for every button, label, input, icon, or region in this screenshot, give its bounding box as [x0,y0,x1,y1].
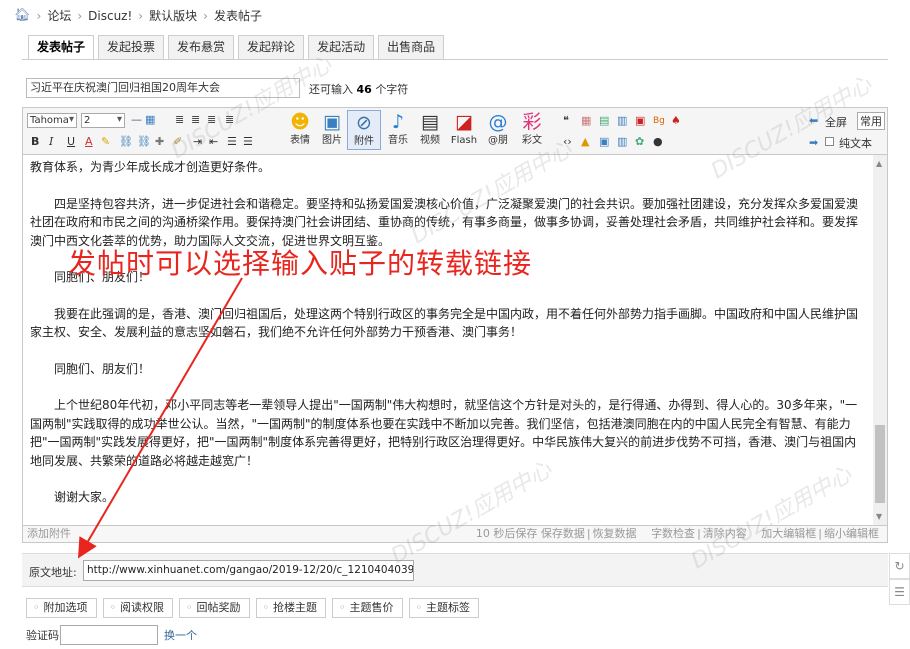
font-select[interactable]: Tahoma [27,113,77,128]
breadcrumb-item-current: 发表帖子 [213,9,262,23]
plain-text-icon: ➡ [809,136,819,149]
table-icon[interactable]: ▦ [145,113,155,127]
underline-icon[interactable]: U [67,135,75,149]
shrink-editor-link[interactable]: 缩小编辑框 [824,527,879,540]
plain-text-label: 纯文本 [839,137,872,150]
option-extra[interactable]: 附加选项 [26,598,97,618]
tab-divider [22,59,888,60]
plain-text-checkbox[interactable] [825,137,834,146]
restore-data-link[interactable]: 恢复数据 [593,527,637,540]
post-type-tabs: 发表帖子 发起投票 发布悬赏 发起辩论 发起活动 出售商品 [28,35,445,60]
flash-icon: ◪ [455,111,473,133]
subject-char-count: 46 [356,83,372,96]
forecolor-icon[interactable]: — [131,113,142,127]
bold-icon[interactable]: B [31,135,39,149]
common-button[interactable]: 常用 [857,112,885,130]
breadcrumb-item-default-board[interactable]: 默认版块 [149,7,197,24]
quote-icon[interactable]: ✚ [155,135,164,149]
password-icon[interactable]: ▲ [581,135,589,149]
captcha-input[interactable] [60,625,158,645]
scroll-up-icon[interactable]: ▲ [876,159,882,168]
editor-paragraph: 我要在此强调的是，香港、澳门回归祖国后，处理这两个特别行政区的事务完全是中国内政… [30,306,859,340]
disc-icon[interactable]: ● [653,135,663,149]
image-icon: ▣ [323,111,341,133]
index-icon[interactable]: ▣ [635,114,645,128]
blockquote-icon[interactable]: ❝ [563,114,569,128]
autosave-status[interactable]: 10 秒后保存 保存数据 [476,527,585,540]
font-color-icon[interactable]: A [85,135,93,149]
option-read-permission[interactable]: 阅读权限 [102,598,173,618]
unlink-icon[interactable]: ⛓ [137,135,151,149]
hide-content-icon[interactable]: ▤ [599,114,609,128]
source-url-input[interactable]: http://www.xinhuanet.com/gangao/2019-12/… [83,560,414,581]
editor-paragraph: 同胞们、朋友们！ [54,361,151,376]
baidu-icon[interactable]: Bg [653,114,665,128]
thumbnail-icon[interactable]: ✿ [635,135,644,149]
word-check-link[interactable]: 字数检查 [651,527,695,540]
option-thread-price[interactable]: 主题售价 [332,598,403,618]
add-attachment-link[interactable]: 添加附件 [27,526,71,542]
video-button[interactable]: ▤ 视频 [413,110,447,148]
hr-icon[interactable]: ▥ [617,135,627,149]
breadcrumb: 🏠︎ › 论坛 › Discuz! › 默认版块 › 发表帖子 [14,7,262,24]
post-options: 附加选项 阅读权限 回帖奖励 抢楼主题 主题售价 主题标签 [26,598,479,618]
scroll-thumb[interactable] [875,425,885,503]
qq-icon[interactable]: ♠ [671,114,681,128]
subject-char-hint: 还可输入 46 个字符 [309,83,409,96]
side-tab-refresh-icon[interactable]: ↻ [889,553,910,579]
tab-post-thread[interactable]: 发表帖子 [28,35,95,60]
captcha-row: 验证码 换一个 [26,625,197,645]
download-icon[interactable]: ▣ [599,135,609,149]
at-icon: @ [488,111,508,133]
editor-scrollbar[interactable]: ▲ ▼ [873,155,887,525]
editor-actions: 10 秒后保存 保存数据 | 恢复数据 字数检查 | 清除内容 加大编辑框 | 缩小编辑框 [475,527,879,540]
side-tabs: ↻ ☰ [889,553,910,605]
home-icon[interactable]: 🏠︎ [14,8,31,23]
attachment-icon: ⊘ [356,112,372,134]
tab-reward[interactable]: 发布悬赏 [168,35,235,59]
source-url-label: 原文地址: [29,566,77,579]
align-left-icon[interactable]: ≣ [175,113,184,127]
color-text-icon: 彩 [522,111,542,133]
option-thread-tags[interactable]: 主题标签 [408,598,479,618]
music-button[interactable]: ♪ 音乐 [381,110,415,148]
annotation-text: 发帖时可以选择输入贴子的转载链接 [68,247,533,280]
free-content-icon[interactable]: ▦ [581,114,591,128]
highlight-icon[interactable]: ✎ [101,135,110,149]
emoji-icon: ☻ [290,111,310,133]
option-reply-reward[interactable]: 回帖奖励 [179,598,250,618]
captcha-label: 验证码 [26,629,59,642]
tab-trade[interactable]: 出售商品 [378,35,445,59]
font-size-select[interactable]: 2 [81,113,125,128]
flash-button[interactable]: ◪ Flash [447,110,481,148]
tab-poll[interactable]: 发起投票 [98,35,165,59]
attachment-button[interactable]: ⊘ 附件 [347,110,381,150]
tab-debate[interactable]: 发起辩论 [238,35,305,59]
scroll-down-icon[interactable]: ▼ [876,512,882,521]
breadcrumb-item-discuz[interactable]: Discuz! [88,9,132,23]
music-icon: ♪ [391,111,405,133]
at-friend-button[interactable]: @ @朋 [481,110,515,148]
image-button[interactable]: ▣ 图片 [315,110,349,148]
video-icon: ▤ [421,111,439,133]
link-icon[interactable]: ⛓ [119,135,133,149]
page-icon[interactable]: ▥ [617,114,627,128]
emoji-button[interactable]: ☻ 表情 [283,110,317,148]
option-floor-grab[interactable]: 抢楼主题 [255,598,326,618]
italic-icon[interactable]: I [49,135,53,149]
source-url-row: 原文地址: http://www.xinhuanet.com/gangao/20… [22,553,888,587]
editor-paragraph: 上个世纪80年代初，邓小平同志等老一辈领导人提出"一国两制"伟大构想时，就坚信这… [30,398,858,468]
captcha-change-link[interactable]: 换一个 [164,627,197,643]
breadcrumb-item-forum[interactable]: 论坛 [47,7,71,24]
unordered-list-icon[interactable]: ☰ [243,135,253,149]
side-tab-list-icon[interactable]: ☰ [889,579,910,605]
